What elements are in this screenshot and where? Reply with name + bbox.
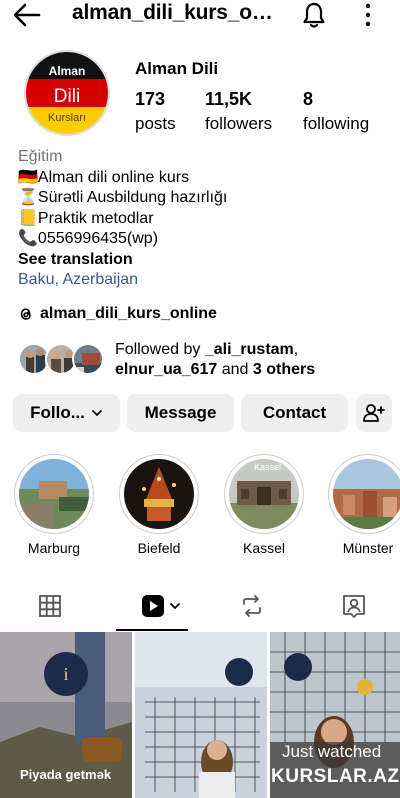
stat-followers-value: 11,5K bbox=[205, 89, 253, 109]
stat-followers[interactable]: 11,5K followers bbox=[205, 89, 272, 134]
top-bar: alman_dili_kurs_online bbox=[0, 0, 400, 30]
bio-line: 📒Praktik metodlar bbox=[18, 209, 154, 227]
following-button-label: Follo... bbox=[30, 403, 85, 422]
contact-button-label: Contact bbox=[262, 403, 327, 422]
follower-avatar bbox=[72, 343, 104, 375]
repost-icon bbox=[243, 595, 261, 617]
followed-by-prefix: Followed by bbox=[115, 341, 205, 358]
stat-posts-value: 173 bbox=[135, 89, 166, 109]
bell-icon[interactable] bbox=[300, 1, 328, 29]
stat-posts[interactable]: 173 posts bbox=[135, 89, 176, 134]
message-button[interactable]: Message bbox=[127, 394, 234, 432]
highlight-image bbox=[333, 459, 400, 529]
highlight-label: Marburg bbox=[27, 540, 81, 556]
threads-link[interactable]: alman_dili_kurs_online bbox=[18, 305, 217, 323]
avatar-text-line-3: Kursları bbox=[48, 112, 86, 124]
reel-caption: Piyada getmək bbox=[20, 767, 112, 782]
reel-image bbox=[135, 632, 267, 798]
followed-by-user: elnur_ua_617 bbox=[115, 361, 218, 378]
following-dropdown-button[interactable]: Follo... bbox=[13, 394, 120, 432]
highlight-label: Münster bbox=[342, 540, 394, 556]
highlight-image bbox=[19, 459, 89, 529]
reels-grid: i Piyada getmək Just watched KURSLAR.AZ bbox=[0, 632, 400, 798]
add-person-icon bbox=[363, 404, 385, 422]
grid-icon bbox=[39, 595, 61, 617]
active-tab-indicator bbox=[116, 629, 188, 631]
threads-handle: alman_dili_kurs_online bbox=[40, 305, 217, 322]
tab-posts-grid[interactable] bbox=[30, 588, 70, 624]
highlight-label: Biefeld bbox=[137, 540, 181, 556]
followed-by[interactable]: Followed by _ali_rustam, elnur_ua_617 an… bbox=[18, 340, 388, 380]
highlight-ring bbox=[328, 454, 400, 534]
highlight-ring: Kassel bbox=[224, 454, 304, 534]
contact-button[interactable]: Contact bbox=[241, 394, 348, 432]
followed-by-user: _ali_rustam bbox=[204, 341, 294, 358]
tab-tagged[interactable] bbox=[334, 588, 374, 624]
tagged-person-icon bbox=[343, 595, 365, 618]
profile-display-name: Alman Dili bbox=[135, 59, 219, 78]
bio: Eğitim 🇩🇪Alman dili online kurs ⏳Sürətli… bbox=[18, 147, 388, 291]
svg-text:i: i bbox=[63, 664, 68, 684]
bio-line: 📞0556996435(wp) bbox=[18, 230, 159, 247]
reels-icon bbox=[142, 595, 164, 617]
location-link[interactable]: Baku, Azerbaijan bbox=[18, 270, 388, 291]
tab-reposts[interactable] bbox=[232, 588, 272, 624]
reel-thumbnail[interactable]: i Piyada getmək bbox=[0, 632, 132, 798]
avatar-text-line-2: Dili bbox=[53, 86, 81, 107]
highlight-image: Kassel bbox=[229, 459, 299, 529]
highlight-munster[interactable]: Münster bbox=[328, 454, 400, 556]
content-tabs bbox=[0, 584, 400, 632]
bio-line: 🇩🇪Alman dili online kurs bbox=[18, 168, 190, 186]
reel-thumbnail[interactable]: Just watched KURSLAR.AZ bbox=[270, 632, 400, 798]
followed-by-and: and bbox=[217, 361, 253, 378]
highlight-overlay-text: Kassel bbox=[254, 462, 282, 472]
watermark-text: KURSLAR.AZ bbox=[271, 766, 400, 787]
highlight-marburg[interactable]: Marburg bbox=[14, 454, 94, 556]
highlight-label: Kassel bbox=[242, 540, 286, 556]
message-button-label: Message bbox=[144, 403, 217, 422]
profile-username-title: alman_dili_kurs_online bbox=[72, 1, 284, 24]
stat-followers-label: followers bbox=[205, 114, 273, 133]
reel-thumbnail[interactable] bbox=[135, 632, 267, 798]
stat-posts-label: posts bbox=[135, 114, 176, 133]
followed-by-text: Followed by _ali_rustam, elnur_ua_617 an… bbox=[115, 341, 316, 378]
more-options-icon[interactable] bbox=[358, 2, 378, 28]
highlight-ring bbox=[119, 454, 199, 534]
highlight-biefeld[interactable]: Biefeld bbox=[119, 454, 199, 556]
avatar-text-line-1: Alman bbox=[48, 64, 86, 78]
see-translation-link[interactable]: See translation bbox=[18, 250, 388, 271]
stat-following[interactable]: 8 following bbox=[303, 89, 369, 134]
bio-line: ⏳Sürətli Ausbildung hazırlığı bbox=[18, 189, 228, 206]
stat-following-label: following bbox=[303, 114, 370, 133]
threads-icon bbox=[20, 308, 31, 320]
highlight-kassel[interactable]: Kassel Kassel bbox=[224, 454, 304, 556]
followed-by-others: 3 others bbox=[252, 361, 316, 378]
highlight-ring bbox=[14, 454, 94, 534]
highlight-image bbox=[124, 459, 194, 529]
avatar[interactable]: Alman Dili Kursları bbox=[24, 50, 110, 136]
bio-category: Eğitim bbox=[18, 148, 63, 165]
suggested-people-button[interactable] bbox=[356, 394, 392, 432]
just-watched-label: Just watched bbox=[282, 742, 382, 761]
tab-reels[interactable] bbox=[135, 588, 187, 624]
chevron-down-icon bbox=[91, 410, 102, 417]
chevron-down-icon bbox=[170, 603, 180, 610]
stat-following-value: 8 bbox=[303, 89, 314, 109]
back-arrow-icon[interactable] bbox=[12, 2, 42, 28]
